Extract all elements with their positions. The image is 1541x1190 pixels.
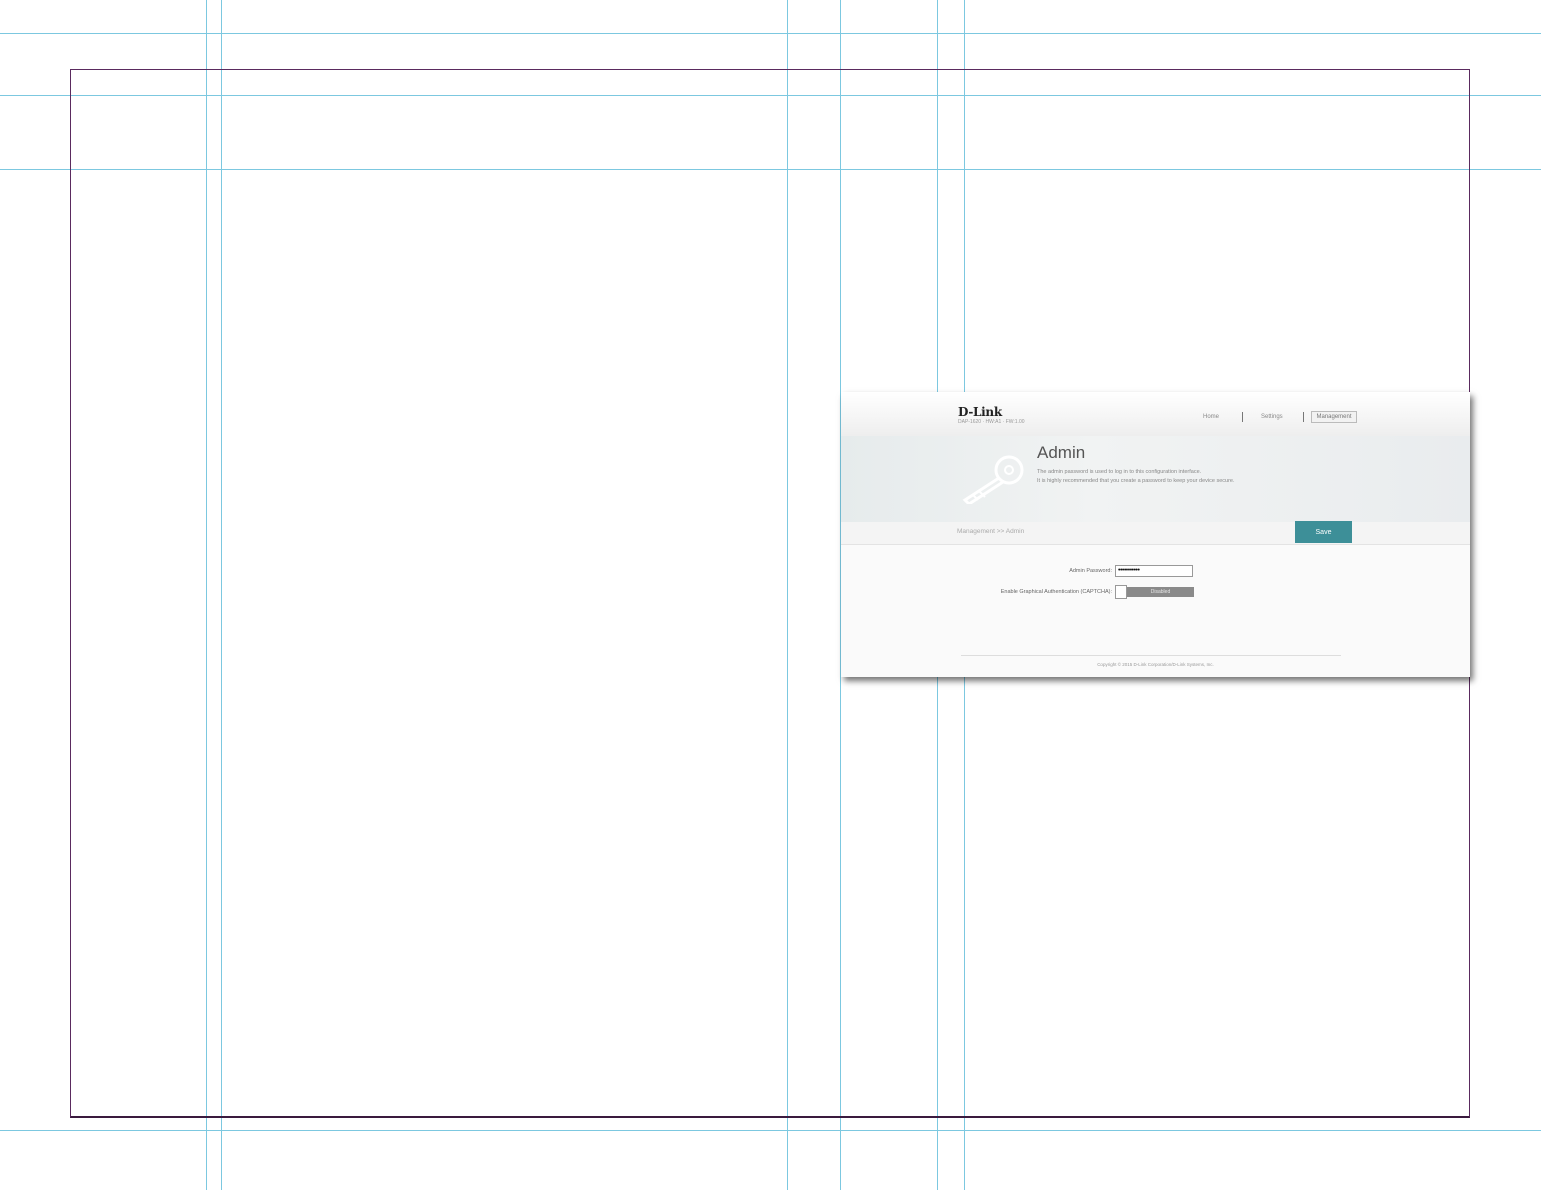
toggle-knob[interactable] xyxy=(1115,585,1127,599)
save-button[interactable]: Save xyxy=(1295,521,1352,543)
description-line: The admin password is used to log in to … xyxy=(1037,469,1202,475)
toggle-state: Disabled xyxy=(1127,587,1194,597)
admin-password-field[interactable]: ••••••••••• xyxy=(1115,565,1193,577)
admin-banner: Admin The admin password is used to log … xyxy=(841,436,1470,522)
captcha-label: Enable Graphical Authentication (CAPTCHA… xyxy=(1000,589,1112,595)
nav-settings[interactable]: Settings xyxy=(1261,414,1283,420)
captcha-toggle[interactable]: Disabled xyxy=(1115,585,1194,599)
model-info: DAP-1620 · HW:A1 · FW:1.00 xyxy=(958,419,1025,425)
page-title: Admin xyxy=(1037,443,1086,462)
top-header xyxy=(841,392,1470,437)
breadcrumb: Management >> Admin xyxy=(957,528,1025,535)
page-description: The admin password is used to log in to … xyxy=(1037,468,1235,486)
breadcrumb-bar xyxy=(841,522,1470,545)
guide-line xyxy=(0,33,1541,34)
description-line: It is highly recommended that you create… xyxy=(1037,478,1235,484)
copyright-footer: Copyright © 2015 D-Link Corporation/D-Li… xyxy=(1097,662,1214,667)
footer-divider xyxy=(961,655,1341,656)
admin-screenshot: D-Link DAP-1620 · HW:A1 · FW:1.00 Home S… xyxy=(841,392,1470,677)
key-icon xyxy=(962,455,1024,504)
nav-home[interactable]: Home xyxy=(1203,414,1219,420)
nav-divider xyxy=(1242,412,1243,422)
nav-divider xyxy=(1303,412,1304,422)
nav-management[interactable]: Management xyxy=(1311,411,1357,423)
admin-password-label: Admin Password: xyxy=(1069,568,1112,574)
dlink-logo: D-Link xyxy=(958,405,1002,419)
guide-line xyxy=(0,1130,1541,1131)
